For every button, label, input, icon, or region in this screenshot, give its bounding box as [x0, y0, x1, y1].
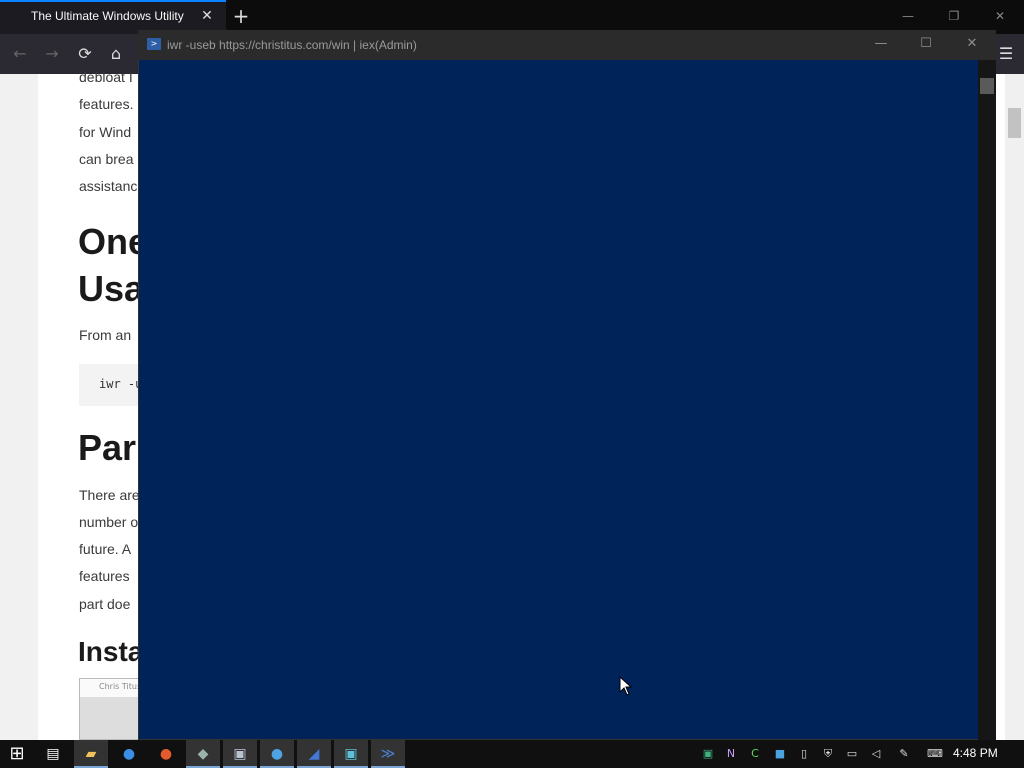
powershell-taskbar-icon[interactable]: ≫ — [371, 740, 405, 768]
powershell-icon: > — [147, 38, 161, 50]
tray-icon[interactable]: N — [722, 745, 740, 763]
paragraph-line: There are — [79, 487, 140, 503]
code-text: iwr -u — [99, 377, 143, 391]
heading: Par — [78, 427, 137, 468]
app-icon[interactable]: ◢ — [297, 740, 331, 768]
clock[interactable]: 4:48 PM — [953, 746, 998, 760]
thunderbird-icon[interactable]: ● — [112, 740, 146, 768]
tab-title: The Ultimate Windows Utility — [31, 9, 184, 23]
paragraph-line: features — [79, 568, 130, 584]
paragraph-line: debloat I — [79, 69, 133, 85]
paragraph-line: part doe — [79, 596, 131, 612]
network-icon[interactable]: ▭ — [843, 745, 861, 763]
console-maximize-button[interactable]: ☐ — [911, 34, 941, 54]
app-icon[interactable]: ◆ — [186, 740, 220, 768]
home-icon[interactable]: ⌂ — [104, 42, 128, 66]
task-view-icon[interactable]: ▤ — [36, 740, 70, 768]
app-icon[interactable]: ▣ — [223, 740, 257, 768]
file-explorer-icon[interactable]: ▰ — [74, 740, 108, 768]
tray-icon[interactable]: ■ — [771, 745, 789, 763]
firefox-icon[interactable]: ● — [149, 740, 183, 768]
tray-icon[interactable]: C — [746, 745, 764, 763]
screenshot-caption: Chris Titus — [99, 682, 142, 691]
mouse-cursor-icon — [619, 676, 633, 696]
pen-icon[interactable]: ✎ — [895, 745, 913, 763]
heading: Usa — [78, 268, 145, 309]
menu-icon[interactable]: ☰ — [994, 42, 1018, 66]
tab-close-icon[interactable]: ✕ — [198, 6, 216, 26]
paragraph-line: for Wind — [79, 124, 132, 140]
forward-icon[interactable]: → — [40, 42, 64, 66]
console-title: iwr -useb https://christitus.com/win | i… — [167, 38, 417, 52]
powershell-window[interactable] — [138, 30, 996, 740]
keyboard-icon[interactable]: ⌨ — [923, 745, 947, 763]
reload-icon[interactable]: ⟳ — [73, 42, 97, 66]
paragraph-line: can brea — [79, 151, 134, 167]
tray-icon[interactable]: ▣ — [699, 745, 717, 763]
app-icon[interactable]: ▣ — [334, 740, 368, 768]
back-icon[interactable]: ← — [8, 42, 32, 66]
page-margin — [0, 74, 38, 740]
app-icon[interactable]: ● — [260, 740, 294, 768]
paragraph-line: features. — [79, 96, 134, 112]
console-minimize-button[interactable]: — — [866, 34, 896, 54]
paragraph-line: number o — [79, 514, 139, 530]
console-scroll-thumb[interactable] — [980, 78, 994, 94]
usb-icon[interactable]: ▯ — [795, 745, 813, 763]
paragraph-line: From an — [79, 327, 132, 343]
page-scroll-thumb[interactable] — [1008, 108, 1021, 138]
console-scrollbar[interactable] — [978, 60, 996, 740]
heading: Insta — [78, 636, 144, 667]
browser-restore-button[interactable]: ❐ — [942, 6, 966, 26]
volume-muted-icon[interactable]: ◁ — [867, 745, 885, 763]
page-scrollbar[interactable] — [1005, 74, 1024, 740]
browser-minimize-button[interactable]: — — [896, 6, 920, 26]
windows-start-icon[interactable]: ⊞ — [0, 740, 34, 768]
console-close-button[interactable]: ✕ — [957, 34, 987, 54]
new-tab-button[interactable]: + — [230, 4, 252, 28]
browser-close-button[interactable]: ✕ — [988, 6, 1012, 26]
security-icon[interactable]: ⛨ — [819, 745, 837, 763]
paragraph-line: future. A — [79, 541, 132, 557]
paragraph-line: assistanc — [79, 178, 138, 194]
